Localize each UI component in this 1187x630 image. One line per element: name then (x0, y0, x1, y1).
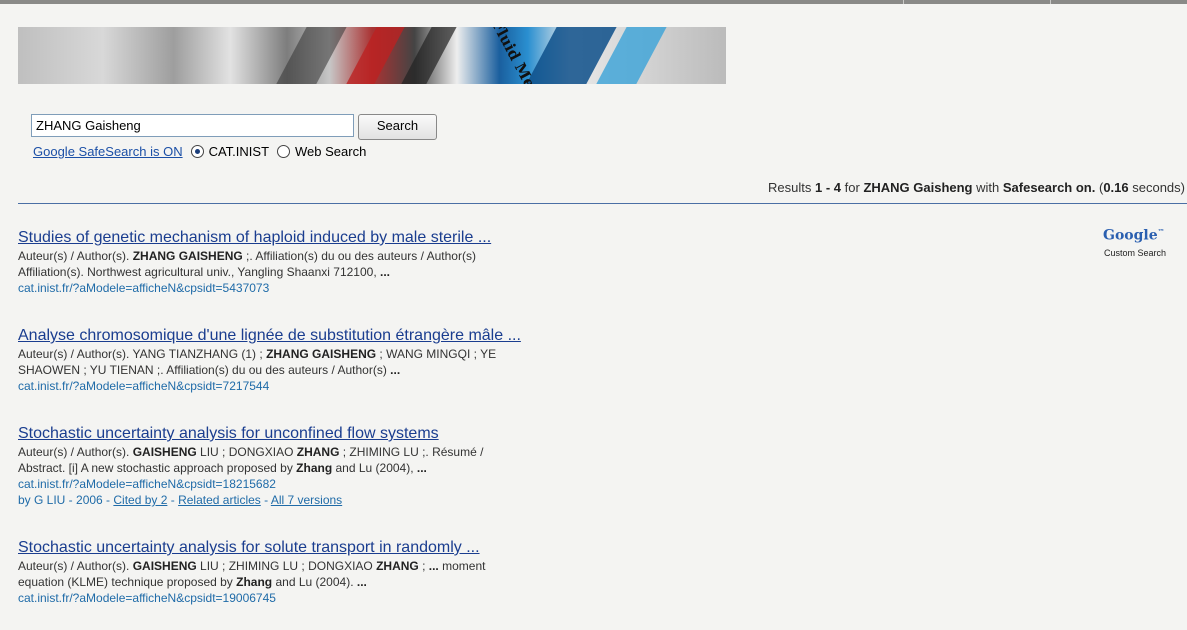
snippet-text: ; (418, 559, 429, 573)
results-divider (18, 203, 1187, 204)
result-title-link[interactable]: Stochastic uncertainty analysis for solu… (18, 538, 658, 558)
catinist-label: CAT.INIST (208, 144, 270, 159)
search-options: Google SafeSearch is ON CAT.INIST Web Se… (33, 144, 366, 159)
result-snippet: Auteur(s) / Author(s). ZHANG GAISHENG ;.… (18, 248, 658, 280)
result-url: cat.inist.fr/?aModele=afficheN&cpsidt=54… (18, 281, 270, 295)
google-logo-text: Google (1103, 227, 1158, 244)
top-border (0, 0, 1187, 4)
snippet-text: Auteur(s) / Author(s). (18, 559, 133, 573)
snippet-text: LIU ; DONGXIAO (196, 445, 297, 459)
snippet-ellipsis: ... (379, 265, 390, 279)
result-title-link[interactable]: Stochastic uncertainty analysis for unco… (18, 424, 658, 444)
snippet-text: Affiliation(s). Northwest agricultural u… (18, 265, 380, 279)
snippet-text: Abstract. [i] A new stochastic approach … (18, 461, 297, 475)
result-title-link[interactable]: Analyse chromosomique d'une lignée de su… (18, 326, 658, 346)
web-search-radio[interactable] (277, 145, 291, 158)
result-item: Stochastic uncertainty analysis for solu… (18, 538, 658, 606)
snippet-highlight: ZHANG (296, 445, 340, 459)
web-search-label: Web Search (295, 144, 367, 159)
meta-byline: by G LIU - 2006 - (18, 493, 114, 507)
result-item: Studies of genetic mechanism of haploid … (18, 228, 658, 296)
banner-text: Fluid Me (487, 27, 539, 84)
related-articles-link[interactable]: Related articles (178, 493, 261, 507)
snippet-text: SHAOWEN ; YU TIENAN ;. Affiliation(s) du… (18, 363, 391, 377)
result-item: Analyse chromosomique d'une lignée de su… (18, 326, 658, 394)
meta-separator: - (167, 493, 179, 507)
snippet-text: ;. Affiliation(s) du ou des auteurs / Au… (242, 249, 476, 263)
snippet-text: Auteur(s) / Author(s). (18, 249, 133, 263)
snippet-text: ; ZHIMING LU ;. Résumé / (339, 445, 484, 459)
snippet-text: Auteur(s) / Author(s). (18, 445, 133, 459)
snippet-highlight: Zhang (296, 461, 333, 475)
snippet-text: and Lu (2004). (272, 575, 357, 589)
safesearch-link[interactable]: Google SafeSearch is ON (33, 144, 183, 159)
snippet-text: Auteur(s) / Author(s). YANG TIANZHANG (1… (18, 347, 267, 361)
result-snippet: Auteur(s) / Author(s). YANG TIANZHANG (1… (18, 346, 658, 378)
snippet-highlight: GAISHENG (132, 445, 197, 459)
snippet-text: ; WANG MINGQI ; YE (376, 347, 497, 361)
result-meta: by G LIU - 2006 - Cited by 2 - Related a… (18, 492, 658, 508)
google-trademark: ™ (1157, 227, 1165, 236)
snippet-ellipsis: ... (428, 559, 439, 573)
results-summary: Results 1 - 4 for ZHANG Gaisheng with Sa… (768, 180, 1185, 195)
site-banner: Fluid Me (18, 27, 726, 84)
summary-for: for (841, 180, 864, 195)
result-snippet: Auteur(s) / Author(s). GAISHENG LIU ; DO… (18, 444, 658, 476)
result-snippet: Auteur(s) / Author(s). GAISHENG LIU ; ZH… (18, 558, 658, 590)
cited-by-link[interactable]: Cited by 2 (113, 493, 167, 507)
snippet-ellipsis: ... (356, 575, 367, 589)
google-logo[interactable]: Google™ (1103, 227, 1165, 244)
meta-separator: - (260, 493, 271, 507)
snippet-text: moment (438, 559, 486, 573)
snippet-text: LIU ; ZHIMING LU ; DONGXIAO (196, 559, 377, 573)
snippet-highlight: ZHANG (376, 559, 419, 573)
search-button[interactable]: Search (358, 114, 437, 140)
search-input[interactable] (31, 114, 354, 137)
snippet-highlight: ZHANG GAISHENG (132, 249, 243, 263)
snippet-highlight: ZHANG GAISHENG (266, 347, 377, 361)
summary-safesearch: Safesearch on. (1002, 180, 1096, 195)
snippet-text: and Lu (2004), (332, 461, 417, 475)
summary-range: 1 - 4 (815, 180, 842, 195)
summary-prefix: Results (768, 180, 816, 195)
all-versions-link[interactable]: All 7 versions (271, 493, 342, 507)
result-url: cat.inist.fr/?aModele=afficheN&cpsidt=72… (18, 379, 270, 393)
result-title-link[interactable]: Studies of genetic mechanism of haploid … (18, 228, 658, 248)
top-border-divider (903, 0, 904, 4)
snippet-ellipsis: ... (390, 363, 401, 377)
summary-with: with (972, 180, 1003, 195)
snippet-text: equation (KLME) technique proposed by (18, 575, 237, 589)
snippet-highlight: GAISHENG (132, 559, 197, 573)
catinist-radio[interactable] (190, 145, 204, 158)
result-item: Stochastic uncertainty analysis for unco… (18, 424, 658, 508)
summary-query: ZHANG Gaisheng (863, 180, 973, 195)
snippet-highlight: Zhang (236, 575, 273, 589)
summary-time-close: seconds) (1128, 180, 1185, 195)
custom-search-label: Custom Search (1104, 248, 1167, 258)
summary-time: 0.16 (1103, 180, 1129, 195)
result-url: cat.inist.fr/?aModele=afficheN&cpsidt=19… (18, 591, 276, 605)
snippet-ellipsis: ... (416, 461, 427, 475)
top-border-divider (1050, 0, 1051, 4)
result-url: cat.inist.fr/?aModele=afficheN&cpsidt=18… (18, 477, 276, 491)
